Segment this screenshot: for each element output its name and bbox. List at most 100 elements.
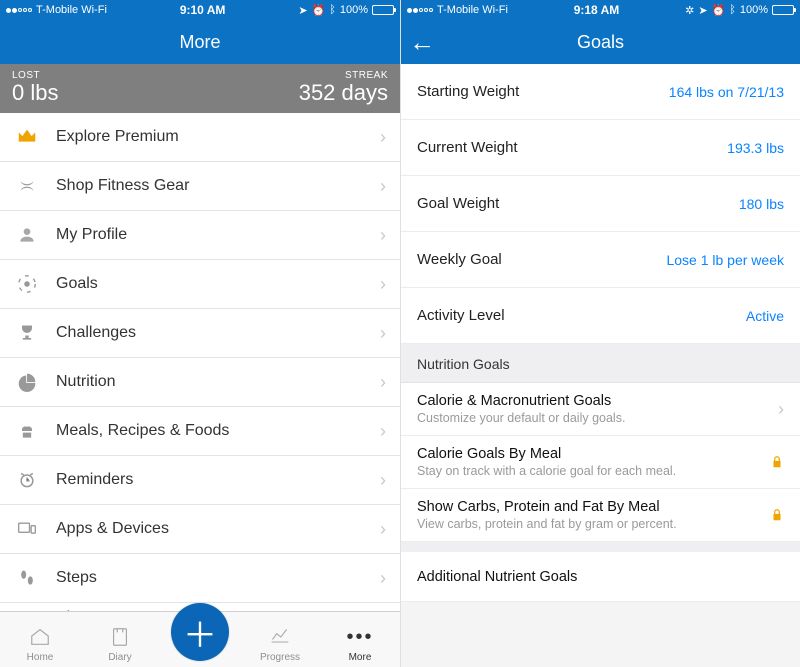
devices-icon xyxy=(14,516,40,542)
row-subtitle: Stay on track with a calorie goal for ea… xyxy=(417,464,762,478)
status-bar: T-Mobile Wi-Fi 9:10 AM ➤ ⏰ ᛒ 100% xyxy=(0,0,400,20)
row-activity-level[interactable]: Activity Level Active xyxy=(401,288,800,344)
goals-list: Starting Weight 164 lbs on 7/21/13 Curre… xyxy=(401,64,800,667)
row-value: 193.3 lbs xyxy=(727,140,784,156)
menu-reminders[interactable]: Reminders › xyxy=(0,456,400,505)
chevron-right-icon: › xyxy=(778,399,784,420)
chevron-right-icon: › xyxy=(380,225,386,246)
lock-icon xyxy=(770,454,784,470)
row-additional-nutrient-goals[interactable]: Additional Nutrient Goals xyxy=(401,552,800,602)
pie-chart-icon xyxy=(14,369,40,395)
tab-home[interactable]: Home xyxy=(0,612,80,667)
alarm-clock-icon xyxy=(14,467,40,493)
tab-progress[interactable]: Progress xyxy=(240,612,320,667)
menu-nutrition[interactable]: Nutrition › xyxy=(0,358,400,407)
row-title: Calorie Goals By Meal xyxy=(417,446,762,462)
ua-logo-icon xyxy=(14,173,40,199)
plus-icon: ＋ xyxy=(183,608,217,657)
row-starting-weight[interactable]: Starting Weight 164 lbs on 7/21/13 xyxy=(401,64,800,120)
signal-dots-icon xyxy=(407,8,433,13)
menu-steps[interactable]: Steps › xyxy=(0,554,400,603)
row-subtitle: View carbs, protein and fat by gram or p… xyxy=(417,517,762,531)
row-key: Goal Weight xyxy=(417,195,499,212)
profile-icon xyxy=(14,222,40,248)
tab-bar: Home Diary ＋ Progress ••• More xyxy=(0,611,400,667)
status-time: 9:18 AM xyxy=(508,3,685,17)
chevron-right-icon: › xyxy=(380,470,386,491)
menu-label: Meals, Recipes & Foods xyxy=(56,422,380,440)
menu-goals[interactable]: Goals › xyxy=(0,260,400,309)
menu-apps-devices[interactable]: Apps & Devices › xyxy=(0,505,400,554)
home-icon xyxy=(28,624,52,650)
row-calorie-macronutrient-goals[interactable]: Calorie & Macronutrient Goals Customize … xyxy=(401,383,800,436)
menu-label: Challenges xyxy=(56,324,380,342)
menu-my-profile[interactable]: My Profile › xyxy=(0,211,400,260)
chevron-right-icon: › xyxy=(380,323,386,344)
location-icon: ➤ xyxy=(298,4,307,17)
diary-icon xyxy=(109,624,131,650)
lost-value: 0 lbs xyxy=(12,81,58,105)
arrow-left-icon: ← xyxy=(409,27,435,58)
alarm-icon: ⏰ xyxy=(712,4,726,17)
chevron-right-icon: › xyxy=(380,568,386,589)
status-time: 9:10 AM xyxy=(107,3,298,17)
alarm-icon: ⏰ xyxy=(312,4,326,17)
row-show-carbs-protein-fat[interactable]: Show Carbs, Protein and Fat By Meal View… xyxy=(401,489,800,542)
signal-dots-icon xyxy=(6,8,32,13)
row-title: Additional Nutrient Goals xyxy=(417,569,784,585)
carrier-label: T-Mobile Wi-Fi xyxy=(437,4,508,16)
row-key: Activity Level xyxy=(417,307,505,324)
row-value: 180 lbs xyxy=(739,196,784,212)
menu-meals-recipes-foods[interactable]: Meals, Recipes & Foods › xyxy=(0,407,400,456)
battery-icon xyxy=(772,5,794,15)
row-goal-weight[interactable]: Goal Weight 180 lbs xyxy=(401,176,800,232)
row-title: Calorie & Macronutrient Goals xyxy=(417,393,770,409)
menu-label: My Profile xyxy=(56,226,380,244)
tab-label: Diary xyxy=(108,652,131,663)
chef-hat-icon xyxy=(14,418,40,444)
menu-explore-premium[interactable]: Explore Premium › xyxy=(0,113,400,162)
carrier-label: T-Mobile Wi-Fi xyxy=(36,4,107,16)
add-fab-button[interactable]: ＋ xyxy=(171,603,229,661)
page-title: More xyxy=(179,32,220,53)
row-current-weight[interactable]: Current Weight 193.3 lbs xyxy=(401,120,800,176)
more-menu-list: Explore Premium › Shop Fitness Gear › My… xyxy=(0,113,400,611)
tab-diary[interactable]: Diary xyxy=(80,612,160,667)
menu-label: Nutrition xyxy=(56,373,380,391)
row-key: Starting Weight xyxy=(417,83,519,100)
menu-challenges[interactable]: Challenges › xyxy=(0,309,400,358)
chevron-right-icon: › xyxy=(380,372,386,393)
chevron-right-icon: › xyxy=(380,176,386,197)
more-icon: ••• xyxy=(346,624,373,650)
crown-icon xyxy=(14,124,40,150)
row-value: 164 lbs on 7/21/13 xyxy=(669,84,784,100)
progress-icon xyxy=(267,624,293,650)
menu-label: Reminders xyxy=(56,471,380,489)
status-bar: T-Mobile Wi-Fi 9:18 AM ✲ ➤ ⏰ ᛒ 100% xyxy=(401,0,800,20)
bluetooth-icon: ᛒ xyxy=(329,4,336,16)
nav-bar: ← Goals xyxy=(401,20,800,64)
chevron-right-icon: › xyxy=(380,127,386,148)
stats-bar: LOST 0 lbs STREAK 352 days xyxy=(0,64,400,113)
battery-pct: 100% xyxy=(340,4,368,16)
menu-label: Apps & Devices xyxy=(56,520,380,538)
row-weekly-goal[interactable]: Weekly Goal Lose 1 lb per week xyxy=(401,232,800,288)
menu-label: Shop Fitness Gear xyxy=(56,177,380,195)
row-calorie-goals-by-meal[interactable]: Calorie Goals By Meal Stay on track with… xyxy=(401,436,800,489)
back-button[interactable]: ← xyxy=(409,20,435,64)
tab-more[interactable]: ••• More xyxy=(320,612,400,667)
page-title: Goals xyxy=(577,32,624,53)
row-title: Show Carbs, Protein and Fat By Meal xyxy=(417,499,762,515)
trophy-icon xyxy=(14,320,40,346)
tab-add[interactable]: ＋ xyxy=(160,612,240,667)
menu-label: Goals xyxy=(56,275,380,293)
target-icon xyxy=(14,271,40,297)
tab-label: Home xyxy=(27,652,54,663)
tab-label: More xyxy=(349,652,372,663)
lock-icon xyxy=(770,507,784,523)
section-nutrition-goals: Nutrition Goals xyxy=(401,344,800,383)
menu-shop-fitness-gear[interactable]: Shop Fitness Gear › xyxy=(0,162,400,211)
chevron-right-icon: › xyxy=(380,421,386,442)
row-key: Current Weight xyxy=(417,139,518,156)
battery-pct: 100% xyxy=(740,4,768,16)
